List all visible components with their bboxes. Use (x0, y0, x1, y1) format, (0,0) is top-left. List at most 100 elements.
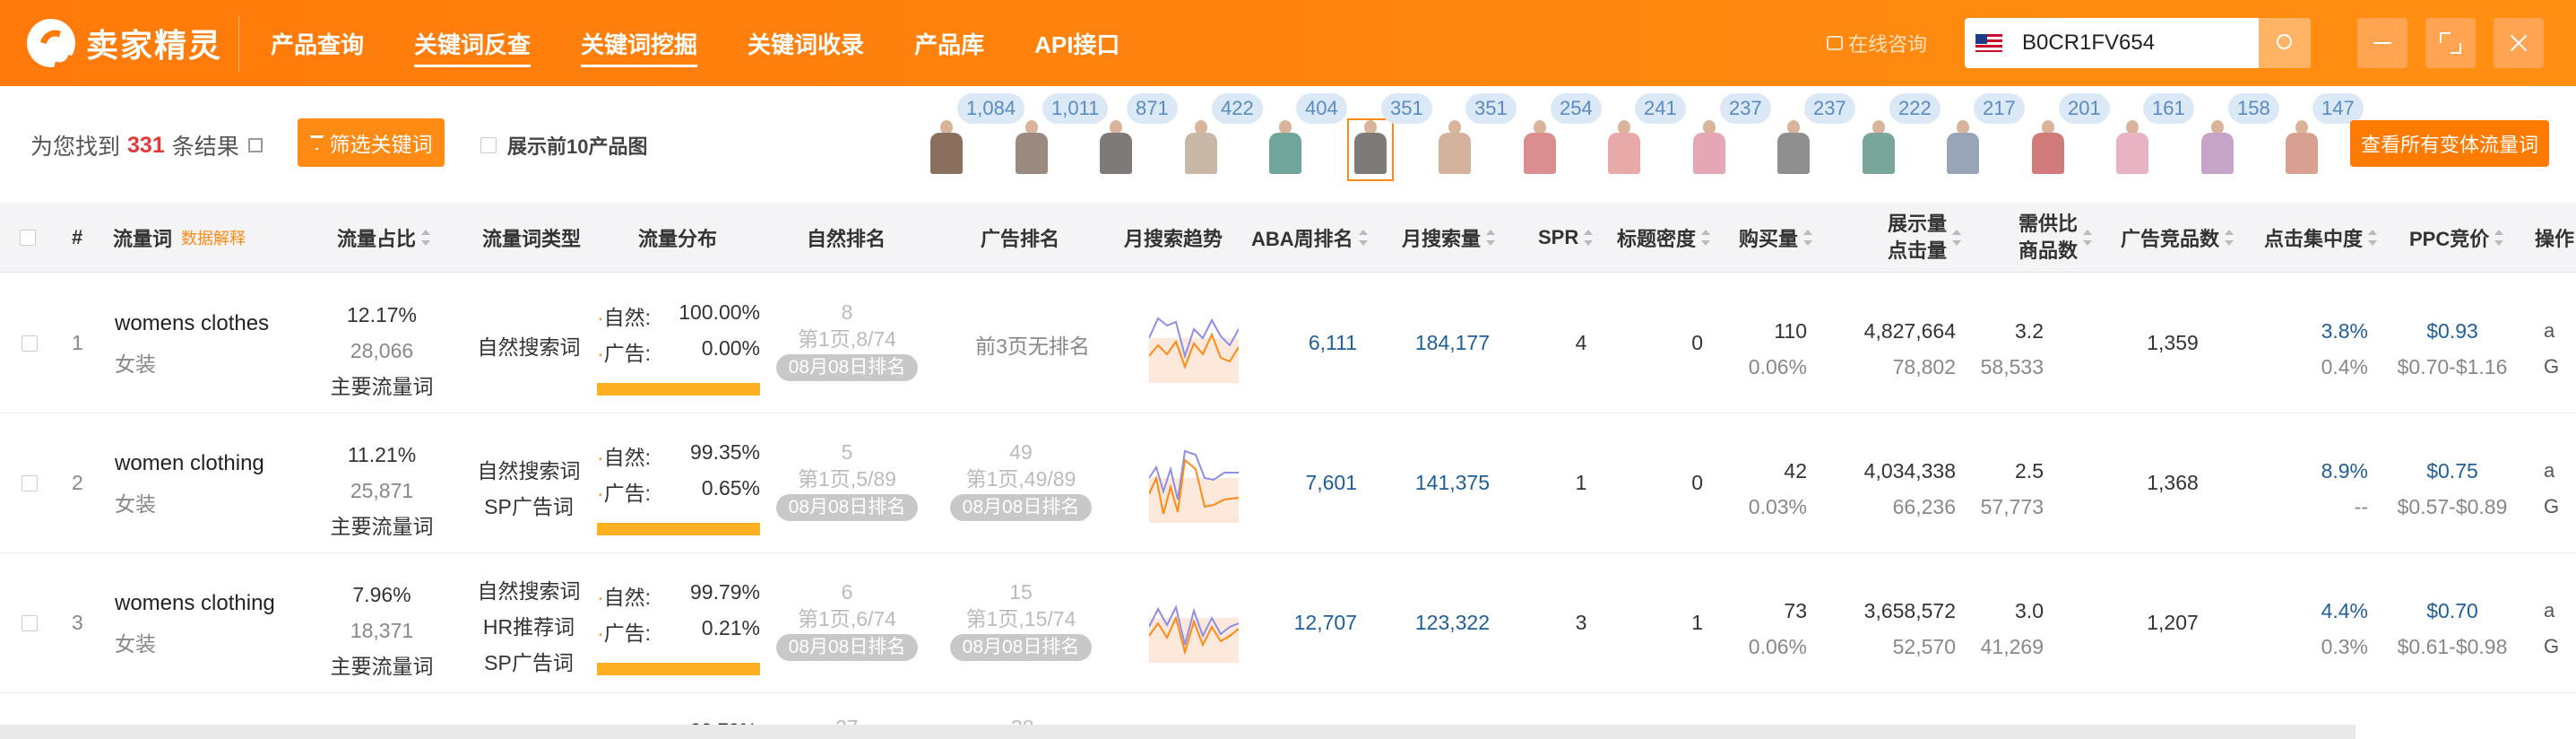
google-icon[interactable]: G (2544, 489, 2559, 525)
amazon-icon[interactable]: a (2544, 313, 2559, 349)
variant-thumbnail[interactable] (1772, 120, 1815, 179)
organic-rank-date[interactable]: 08月08日排名 (775, 494, 919, 521)
col-click-concentration[interactable]: 点击集中度 (2264, 203, 2378, 273)
sort-icon[interactable] (2225, 230, 2235, 246)
nav-item-api[interactable]: API接口 (1034, 27, 1119, 60)
click-concentration[interactable]: 3.8% (2268, 313, 2368, 349)
variant-thumbnail[interactable] (1518, 120, 1561, 179)
data-explain-link[interactable]: 数据解释 (181, 226, 246, 249)
row-checkbox[interactable] (22, 335, 38, 352)
nav-item-keyword-mining[interactable]: 关键词挖掘 (581, 27, 698, 67)
sort-icon[interactable] (1584, 230, 1594, 246)
variant-thumbnail[interactable] (1603, 120, 1646, 179)
row-checkbox[interactable] (22, 615, 38, 631)
aba-rank[interactable]: 12,707 (1255, 611, 1357, 635)
ad-rank-date[interactable]: 08月08日排名 (949, 494, 1093, 521)
show-top10-toggle[interactable]: 展示前10产品图 (480, 131, 647, 160)
col-ppc[interactable]: PPC竞价 (2409, 203, 2504, 273)
search-trend-sparkline[interactable] (1149, 442, 1239, 523)
minimize-button[interactable] (2357, 18, 2407, 68)
amazon-icon[interactable]: a (2544, 593, 2559, 629)
nav-item-keyword-index[interactable]: 关键词收录 (748, 27, 864, 60)
search-trend-sparkline[interactable] (1149, 582, 1239, 663)
view-all-variants-button[interactable]: 查看所有变体流量词 (2350, 120, 2549, 167)
variant-thumbnail[interactable] (1857, 120, 1900, 179)
ppc-bid[interactable]: $0.75 (2390, 453, 2515, 489)
logo[interactable]: 卖家精灵 (27, 18, 222, 68)
col-ad-products[interactable]: 广告竞品数 (2121, 203, 2235, 273)
sort-icon[interactable] (2083, 230, 2093, 246)
col-monthly-search[interactable]: 月搜索量 (1402, 203, 1496, 273)
click-concentration[interactable]: 8.9% (2268, 453, 2368, 489)
col-impressions-clicks[interactable]: 展示量 点击量 (1888, 203, 1962, 273)
sort-icon[interactable] (1803, 230, 1813, 246)
search-trend-sparkline[interactable] (1149, 302, 1239, 383)
variant-thumbnail[interactable] (1010, 120, 1053, 179)
table-row[interactable]: 3 womens clothing 女装 7.96% 18,371 主要流量词 自然搜索词 H… (0, 553, 2576, 693)
col-aba-rank[interactable]: ABA周排名 (1251, 203, 1368, 273)
variant-thumbnail[interactable] (2280, 120, 2323, 179)
sort-icon[interactable] (1701, 230, 1711, 246)
horizontal-scrollbar[interactable] (0, 725, 2356, 739)
col-title-density[interactable]: 标题密度 (1617, 203, 1711, 273)
variant-thumbnail[interactable] (2027, 120, 2070, 179)
google-icon[interactable]: G (2544, 349, 2559, 385)
variant-thumbnail[interactable] (1347, 118, 1394, 181)
nav-item-product-search[interactable]: 产品查询 (271, 27, 364, 60)
show-top10-checkbox[interactable] (480, 137, 497, 153)
variant-thumbnail[interactable] (2111, 120, 2154, 179)
col-supply-demand[interactable]: 需供比 商品数 (2018, 203, 2093, 273)
col-spr[interactable]: SPR (1538, 203, 1594, 273)
traffic-count: 18,371 (350, 619, 414, 642)
online-consult-link[interactable]: 在线咨询 (1827, 29, 1927, 57)
sort-icon[interactable] (2494, 230, 2504, 246)
search-input[interactable]: B0CR1FV654 (2022, 30, 2244, 56)
monthly-searches[interactable]: 184,177 (1386, 331, 1490, 355)
variant-thumbnail[interactable] (925, 120, 968, 179)
ad-rank-date[interactable]: 08月08日排名 (949, 634, 1093, 661)
variant-thumbnail[interactable] (1433, 120, 1476, 179)
select-all-checkbox[interactable] (20, 203, 36, 273)
variant-traffic-badge: 351 (1381, 93, 1432, 124)
table-row[interactable]: 2 women clothing 女装 11.21% 25,871 主要流量词 自然搜索词 S… (0, 413, 2576, 553)
col-clicks-label: 点击量 (1888, 239, 1948, 262)
sort-icon[interactable] (1486, 230, 1496, 246)
variant-thumbnail[interactable] (1688, 120, 1731, 179)
aba-rank[interactable]: 6,111 (1255, 331, 1357, 355)
sort-icon[interactable] (1952, 230, 1962, 246)
organic-rank-date[interactable]: 08月08日排名 (775, 354, 919, 381)
ppc-bid[interactable]: $0.70 (2390, 593, 2515, 629)
keyword-link[interactable]: women clothing (115, 451, 264, 476)
ppc-bid[interactable]: $0.93 (2390, 313, 2515, 349)
search-icon[interactable] (2259, 18, 2311, 68)
variant-traffic-badge: 351 (1465, 93, 1517, 124)
sort-icon[interactable] (2368, 230, 2378, 246)
sort-icon[interactable] (1358, 230, 1368, 246)
organic-rank-date[interactable]: 08月08日排名 (775, 634, 919, 661)
variant-thumbnail[interactable] (1264, 120, 1307, 179)
amazon-icon[interactable]: a (2544, 453, 2559, 489)
table-row[interactable]: 1 womens clothes 女装 12.17% 28,066 主要流量词 自然搜索词 ·… (0, 274, 2576, 413)
aba-rank[interactable]: 7,601 (1255, 471, 1357, 495)
col-purchases[interactable]: 购买量 (1739, 203, 1813, 273)
google-icon[interactable]: G (2544, 629, 2559, 665)
monthly-searches[interactable]: 123,322 (1386, 611, 1490, 635)
variant-thumbnail[interactable] (1180, 120, 1223, 179)
keyword-link[interactable]: womens clothes (115, 311, 269, 336)
col-share[interactable]: 流量占比 (337, 203, 431, 273)
sort-icon[interactable] (421, 230, 431, 246)
variant-thumbnail[interactable] (2196, 120, 2239, 179)
variant-thumbnail[interactable] (1094, 120, 1137, 179)
nav-item-product-db[interactable]: 产品库 (914, 27, 984, 60)
keyword-link[interactable]: womens clothing (115, 591, 275, 616)
variant-thumbnail[interactable] (1941, 120, 1984, 179)
export-icon[interactable] (247, 138, 263, 152)
expand-button[interactable] (2425, 18, 2476, 68)
monthly-searches[interactable]: 141,375 (1386, 471, 1490, 495)
filter-keywords-button[interactable]: 筛选关键词 (298, 118, 445, 167)
us-flag-icon[interactable] (1975, 34, 2002, 52)
click-concentration[interactable]: 4.4% (2268, 593, 2368, 629)
row-checkbox[interactable] (22, 475, 38, 491)
close-button[interactable] (2494, 18, 2544, 68)
nav-item-keyword-reverse[interactable]: 关键词反查 (414, 27, 532, 67)
